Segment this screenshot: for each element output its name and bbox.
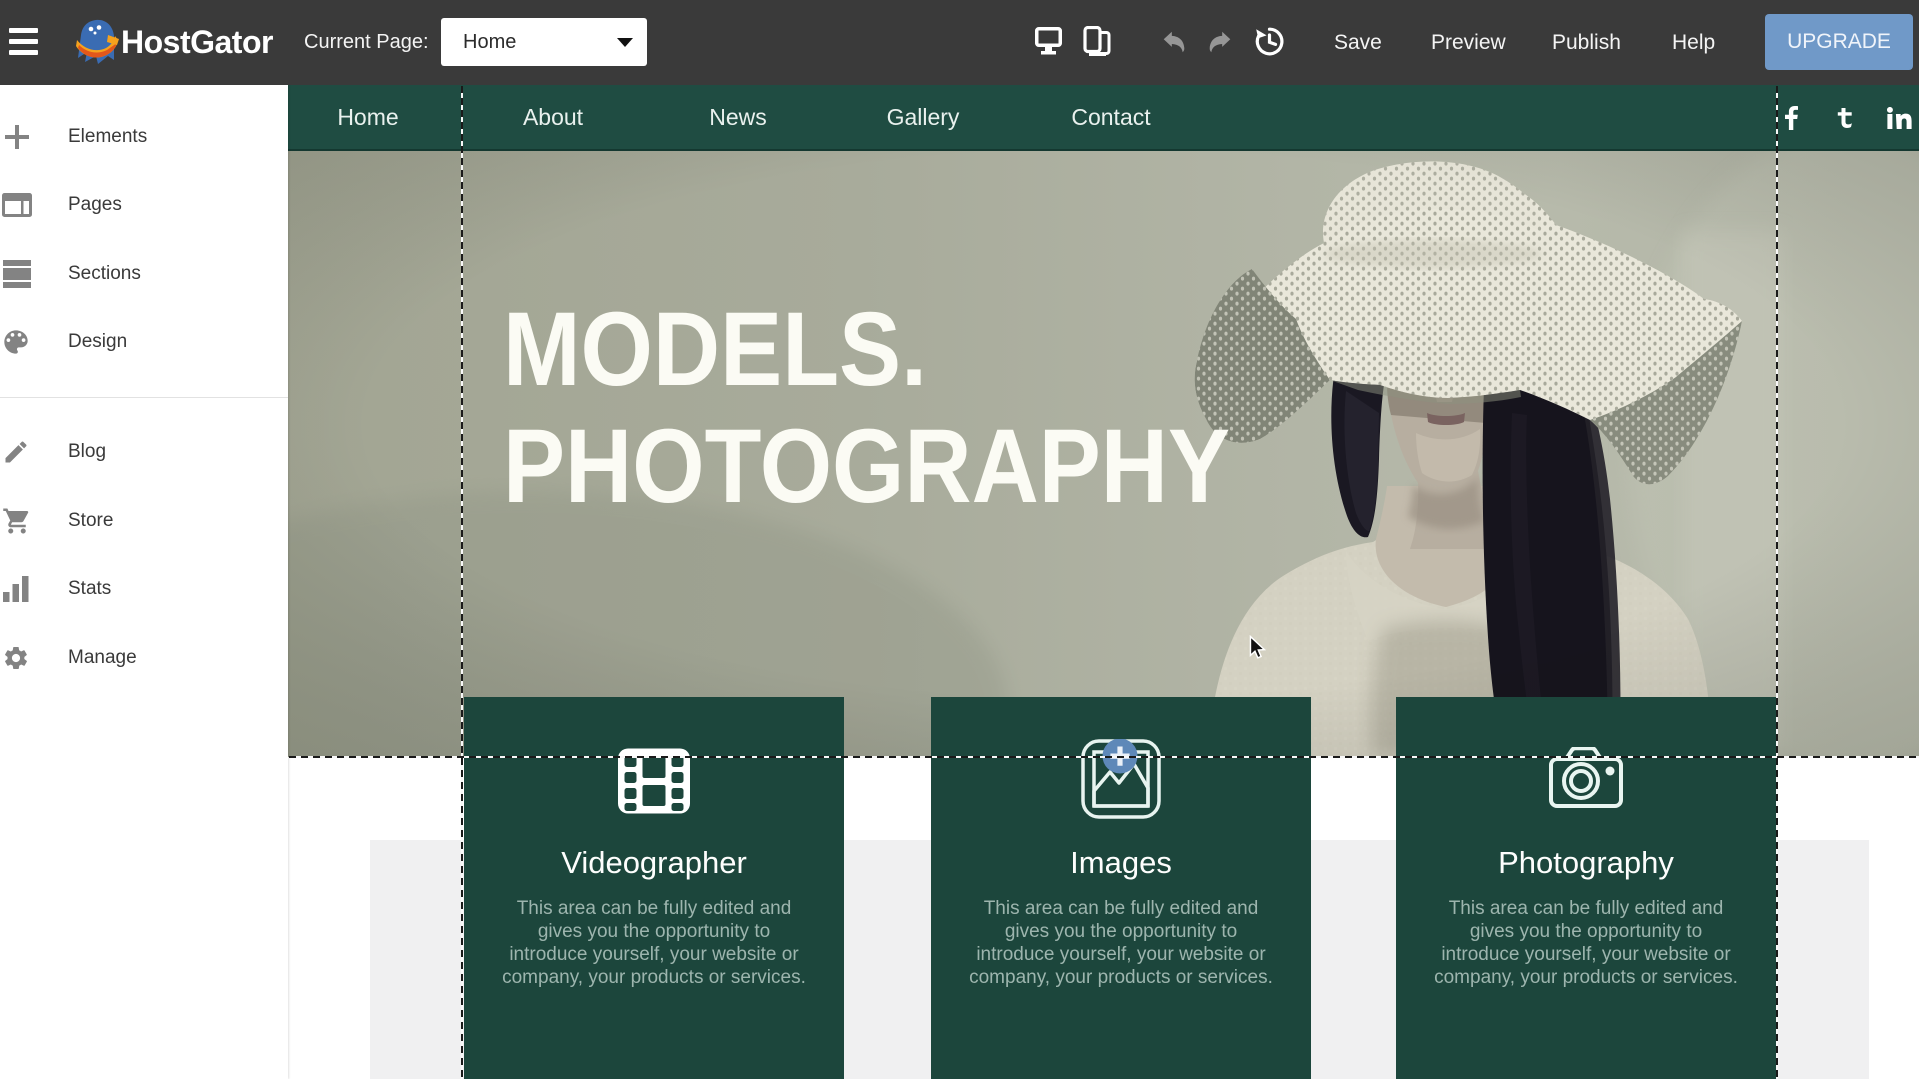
svg-text:PHOTOGRAPHY: PHOTOGRAPHY [503, 408, 1230, 525]
svg-text:MODELS.: MODELS. [503, 291, 927, 408]
